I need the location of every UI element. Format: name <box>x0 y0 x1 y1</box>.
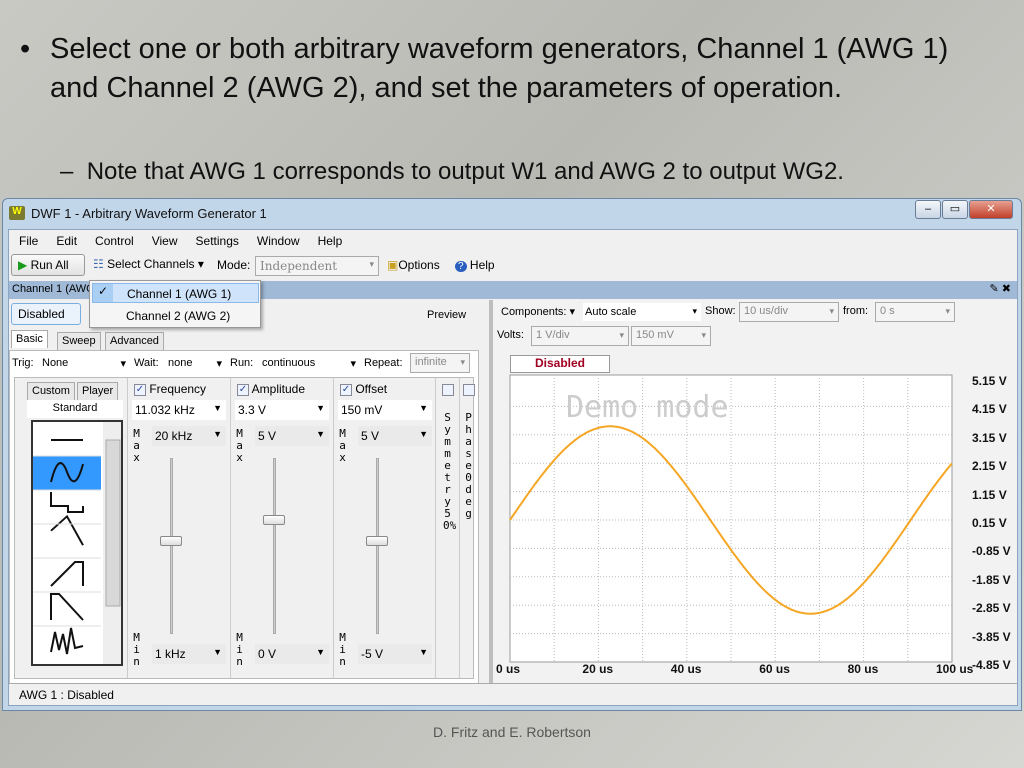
y-tick-label: 4.15 V <box>972 402 1007 417</box>
x-tick-label: 40 us <box>670 662 702 676</box>
y-tick-label: -2.85 V <box>972 601 1011 616</box>
x-tick-label: 80 us <box>847 662 879 676</box>
demo-watermark: Demo mode <box>566 390 729 425</box>
waveform-plot <box>509 374 953 663</box>
y-tick-label: 2.15 V <box>972 459 1007 474</box>
x-tick-label: 20 us <box>582 662 614 676</box>
y-tick-label: -0.85 V <box>972 544 1011 559</box>
x-tick-label: 60 us <box>759 662 790 676</box>
x-tick-label: 0 us <box>496 662 521 676</box>
y-tick-label: -3.85 V <box>972 629 1011 644</box>
select-channels-dropdown: ✓ Channel 1 (AWG 1) Channel 2 (AWG 2) <box>89 280 261 328</box>
dropdown-item-channel-2[interactable]: Channel 2 (AWG 2) <box>92 306 259 326</box>
y-tick-label: 1.15 V <box>972 487 1007 502</box>
slide-footer: D. Fritz and E. Robertson <box>433 724 591 740</box>
dropdown-item-channel-1[interactable]: ✓ Channel 1 (AWG 1) <box>92 283 259 303</box>
y-tick-label: 0.15 V <box>972 516 1007 530</box>
plot-status-badge: Disabled <box>510 355 610 373</box>
check-icon: ✓ <box>93 284 113 302</box>
y-tick-label: 3.15 V <box>972 430 1007 445</box>
y-tick-label: -4.85 V <box>972 658 1011 672</box>
y-tick-label: -1.85 V <box>972 572 1011 587</box>
y-tick-label: 5.15 V <box>972 374 1007 388</box>
x-tick-label: 100 us <box>936 662 974 676</box>
